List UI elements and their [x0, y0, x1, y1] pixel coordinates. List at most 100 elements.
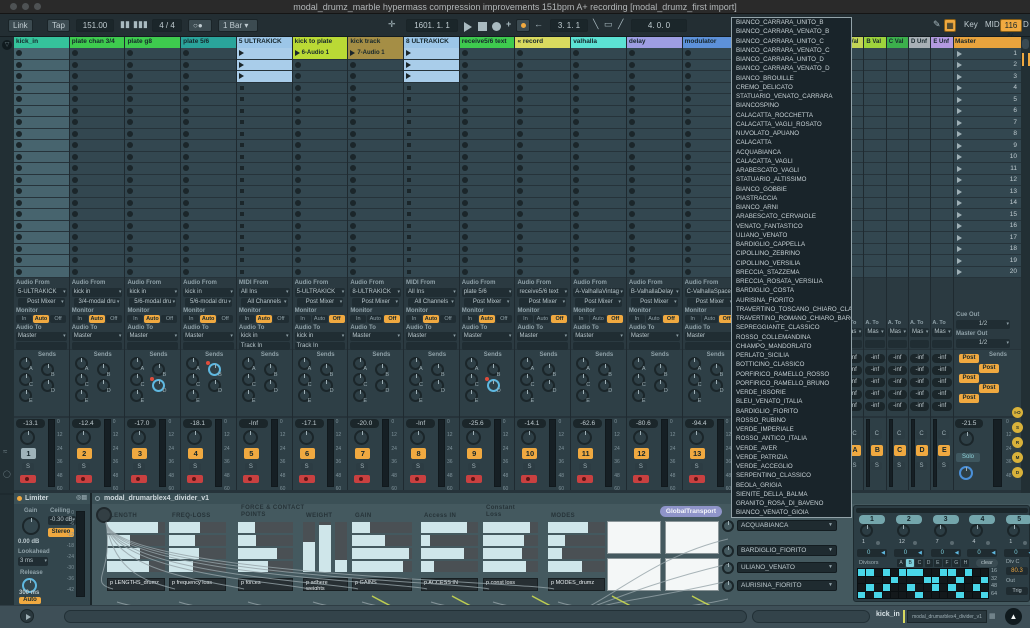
return-send-field[interactable]: -inf	[865, 354, 884, 363]
clip-slot[interactable]	[683, 209, 738, 220]
clip-stop-icon[interactable]	[240, 178, 244, 182]
slot-record-icon[interactable]	[72, 246, 78, 252]
show-hide-i-o-button[interactable]: I-O	[1012, 407, 1023, 418]
clip-stop-icon[interactable]	[240, 155, 244, 159]
clip-slot[interactable]	[404, 48, 459, 59]
monitor-auto-button[interactable]: Auto	[89, 315, 105, 323]
scene-play-icon[interactable]	[957, 189, 962, 195]
slot-record-icon[interactable]	[573, 62, 579, 68]
menu-item[interactable]: PIASTRACCIA	[732, 194, 851, 203]
track-header-5[interactable]: 5 ULTRAKICK	[237, 37, 292, 48]
step-cell[interactable]	[948, 584, 955, 591]
clip-slot[interactable]	[404, 152, 459, 163]
slot-record-icon[interactable]	[517, 165, 523, 171]
menu-item[interactable]: CIPOLLINO_ZEBRINO	[732, 249, 851, 258]
multislider[interactable]	[483, 548, 538, 559]
offset-field[interactable]: 0◀	[894, 549, 924, 557]
divider-knob[interactable]	[1007, 524, 1020, 537]
slot-record-icon[interactable]	[16, 154, 22, 160]
clip-slot[interactable]	[125, 106, 180, 117]
solo-button[interactable]: S	[301, 463, 313, 471]
menu-item[interactable]: STATUARIO_VENATO_CARRARA	[732, 92, 851, 101]
monitor-off-button[interactable]: Off	[217, 315, 233, 323]
multislider[interactable]	[352, 561, 412, 572]
slot-record-icon[interactable]	[462, 119, 468, 125]
lookahead-menu[interactable]: 3 ms	[18, 557, 48, 566]
clip-slot[interactable]	[683, 232, 738, 243]
step-cell[interactable]	[874, 577, 881, 584]
clip-slot[interactable]	[237, 140, 292, 151]
scene-slot[interactable]: 13	[953, 186, 1021, 197]
slot-record-icon[interactable]	[16, 108, 22, 114]
slot-record-icon[interactable]	[127, 154, 133, 160]
return-slot[interactable]	[909, 244, 930, 255]
return-slot[interactable]	[909, 186, 930, 197]
return-slot[interactable]	[909, 129, 930, 140]
clip-stop-icon[interactable]	[407, 109, 411, 113]
slot-record-icon[interactable]	[295, 142, 301, 148]
return-send-field[interactable]: -inf	[888, 354, 907, 363]
return-slot[interactable]	[931, 175, 952, 186]
clip-slot[interactable]	[125, 71, 180, 82]
slot-record-icon[interactable]	[462, 142, 468, 148]
clip-stop-icon[interactable]	[407, 201, 411, 205]
clip-stop-icon[interactable]	[240, 247, 244, 251]
clip-slot[interactable]	[237, 71, 292, 82]
step-cell[interactable]	[981, 584, 988, 591]
clip-slot[interactable]	[404, 186, 459, 197]
step-cell[interactable]	[858, 592, 865, 599]
slot-record-icon[interactable]	[295, 223, 301, 229]
slot-record-icon[interactable]	[16, 119, 22, 125]
arm-button[interactable]	[243, 475, 259, 483]
clip-slot[interactable]	[627, 186, 682, 197]
clip-slot[interactable]	[237, 48, 292, 59]
volume-field[interactable]: -25.6	[462, 419, 491, 428]
monitor-auto-button[interactable]: Auto	[702, 315, 718, 323]
slot-record-icon[interactable]	[72, 85, 78, 91]
slot-record-icon[interactable]	[127, 85, 133, 91]
slot-record-icon[interactable]	[72, 257, 78, 263]
step-button-2[interactable]: 2	[896, 515, 922, 524]
slot-record-icon[interactable]	[685, 234, 691, 240]
menu-item[interactable]: CALACATTA_VAGLI_ROSATO	[732, 120, 851, 129]
punch-in-icon[interactable]: ╲	[593, 19, 598, 30]
io-from-menu[interactable]: B-ValhallaDelay	[629, 288, 680, 297]
menu-item[interactable]: BIANCO_CARRARA_UNITO_B	[732, 18, 851, 27]
return-to-menu[interactable]: Mas	[932, 328, 951, 337]
clip-slot[interactable]	[293, 209, 348, 220]
monitor-in-button[interactable]: In	[183, 315, 199, 323]
track-header-4[interactable]: plate 5/6	[181, 37, 236, 48]
slot-record-icon[interactable]	[685, 142, 691, 148]
clip-slot[interactable]	[348, 106, 403, 117]
step-cell[interactable]	[899, 584, 906, 591]
clip-slot[interactable]	[404, 71, 459, 82]
clip-slot[interactable]	[14, 48, 69, 59]
menu-item[interactable]: VERDE_PATRIZIA	[732, 453, 851, 462]
return-slot[interactable]	[909, 83, 930, 94]
multislider[interactable]	[107, 522, 165, 533]
clip-slot[interactable]	[348, 140, 403, 151]
clip-slot[interactable]	[571, 221, 626, 232]
scene-play-icon[interactable]	[957, 154, 962, 160]
clip-slot[interactable]	[181, 152, 236, 163]
post-pre-button[interactable]: Post	[959, 374, 979, 383]
slot-record-icon[interactable]	[685, 188, 691, 194]
return-send-field[interactable]: -inf	[888, 390, 907, 399]
return-activator-button[interactable]: E	[938, 445, 950, 456]
monitor-off-button[interactable]: Off	[663, 315, 679, 323]
clip-play-icon[interactable]	[239, 62, 244, 68]
volume-field[interactable]: -13.1	[16, 419, 45, 428]
clip-slot[interactable]	[460, 106, 515, 117]
clip-slot[interactable]	[70, 117, 125, 128]
slot-record-icon[interactable]	[72, 154, 78, 160]
clip-slot[interactable]	[293, 255, 348, 266]
offset-field[interactable]: 0◀	[1004, 549, 1030, 557]
clip-slot[interactable]	[70, 186, 125, 197]
slot-record-icon[interactable]	[350, 131, 356, 137]
clip-slot[interactable]	[348, 83, 403, 94]
clip-slot[interactable]	[293, 60, 348, 71]
slot-record-icon[interactable]	[462, 177, 468, 183]
multislider[interactable]	[548, 561, 605, 572]
slot-record-icon[interactable]	[685, 85, 691, 91]
return-send-field[interactable]: -inf	[865, 378, 884, 387]
